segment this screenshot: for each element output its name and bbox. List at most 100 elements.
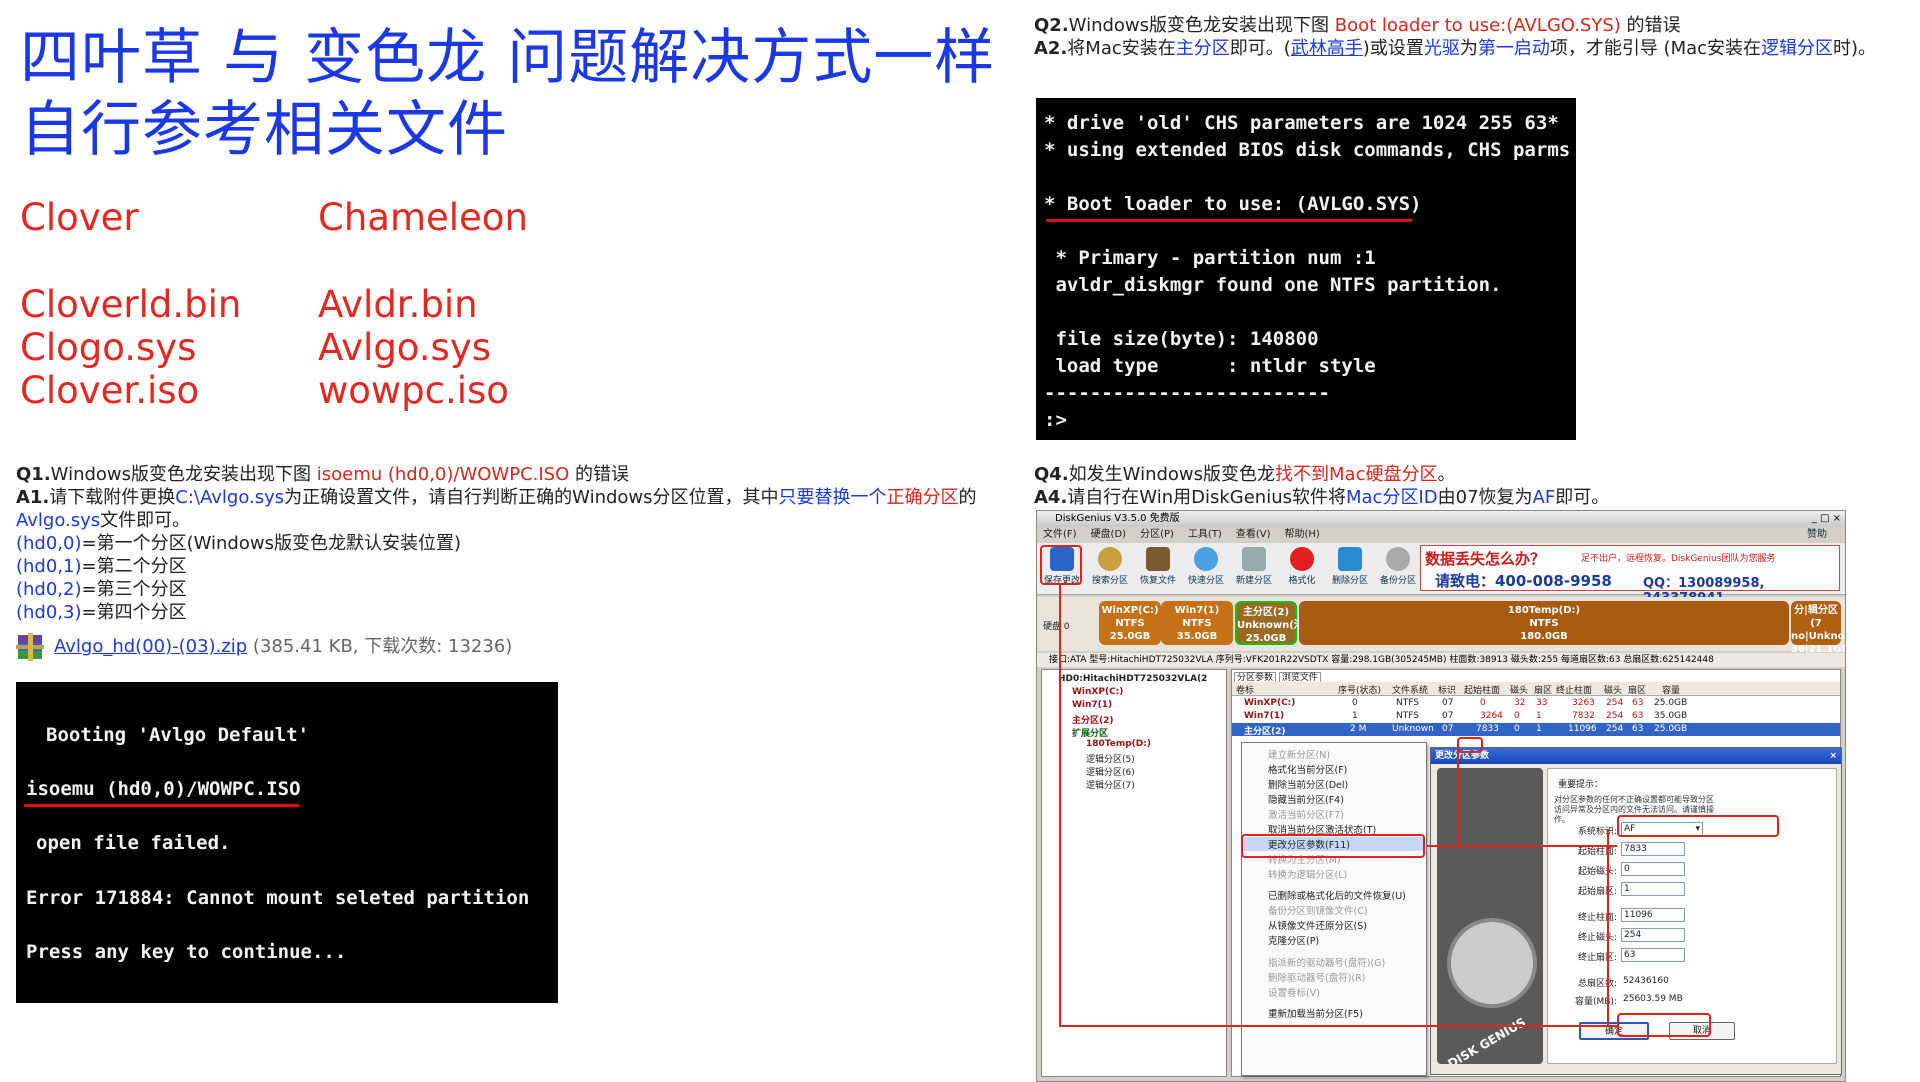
q1-answer: A1.请下载附件更换C:\Avlgo.sys为正确设置文件，请自行判断正确的Wi… (16, 487, 977, 531)
partition-block-selected[interactable]: 主分区(2) Unknown(活 25.0GB (1235, 601, 1304, 645)
menu-item[interactable]: 指派新的驱动器号(盘符)(G) (1268, 955, 1385, 969)
trash-icon (1338, 547, 1362, 571)
terminal-line: Error 171884: Cannot mount seleted parti… (26, 887, 530, 909)
menu-tools[interactable]: 工具(T) (1188, 529, 1222, 540)
menu-item[interactable]: 建立新分区(N) (1268, 747, 1330, 761)
dg-menubar: 文件(F) 硬盘(D) 分区(P) 工具(T) 查看(V) 帮助(H) 赞助 (1037, 528, 1845, 542)
diskgenius-window: DiskGenius V3.5.0 免费版 _ □ × 文件(F) 硬盘(D) 分区… (1036, 510, 1846, 1082)
partition-block[interactable]: WinXP(C:) NTFS 25.0GB (1099, 601, 1161, 645)
menu-item[interactable]: 激活当前分区(F7) (1268, 807, 1344, 821)
clover-file: Clover.iso (20, 369, 200, 412)
partition-block[interactable]: 分|辑分区(7no|Unknown56|21.1GB (1791, 601, 1845, 655)
chameleon-file: wowpc.iso (318, 369, 509, 412)
tree-item[interactable]: 扩展分区 (1072, 726, 1108, 739)
partition-block[interactable]: Win7(1) NTFS 35.0GB (1161, 601, 1233, 645)
window-controls[interactable]: _ □ × (1812, 511, 1841, 527)
terminal-line: Booting 'Avlgo Default' (46, 724, 310, 746)
menu-item[interactable]: 格式化当前分区(F) (1268, 762, 1347, 776)
terminal-line: * Boot loader to use: (AVLGO.SYS) (1044, 193, 1422, 215)
menu-item[interactable]: 克隆分区(P) (1268, 933, 1319, 947)
dg-ad-banner: 数据丢失怎么办？ 足不出户，远程恢复。DiskGenius团队为您服务 请致电：… (1420, 545, 1840, 606)
highlight-change-params (1241, 834, 1425, 858)
start-sector-field[interactable]: 1 (1621, 882, 1685, 896)
terminal-line: file size(byte): 140800 (1044, 328, 1319, 350)
menu-item[interactable]: 删除驱动器号(盘符)(R) (1268, 970, 1365, 984)
partition-tree: HD0:HitachiHDT725032VLA(2 WinXP(C:) Win7… (1041, 669, 1227, 1077)
quick-partition-button[interactable]: 快速分区 (1183, 545, 1229, 593)
table-row-selected[interactable]: 主分区(2) 2 M Unknown 07 7833 0 1 11096 254 63 25.0GB (1232, 723, 1840, 737)
disk-icon (1194, 547, 1218, 571)
menu-partition[interactable]: 分区(P) (1140, 529, 1174, 540)
partition-block[interactable]: 180Temp(D:) NTFS 180.0GB (1299, 601, 1789, 645)
end-head-field[interactable]: 254 (1621, 928, 1685, 942)
q2-block: Q2.Windows版变色龙安装出现下图 Boot loader to use:… (1034, 14, 1914, 60)
tree-item[interactable]: 逻辑分区(6) (1086, 765, 1135, 778)
terminal-line: load type : ntldr style (1044, 355, 1376, 377)
tree-item[interactable]: Win7(1) (1072, 700, 1112, 710)
menu-item[interactable]: 隐藏当前分区(F4) (1268, 792, 1344, 806)
menu-item[interactable]: 从镜像文件还原分区(S) (1268, 918, 1367, 932)
table-row[interactable]: Win7(1) 1 NTFS 07 3264 0 1 7832 254 63 35.0GB (1232, 710, 1840, 723)
q1-question: Q1.Windows版变色龙安装出现下图 isoemu (hd0,0)/WOWP… (16, 464, 629, 485)
tree-item[interactable]: 逻辑分区(5) (1086, 752, 1135, 765)
capacity-value: 25603.59 MB (1623, 994, 1683, 1004)
tree-item[interactable]: HD0:HitachiHDT725032VLA(2 (1058, 674, 1207, 684)
format-icon (1290, 547, 1314, 571)
format-button[interactable]: 格式化 (1279, 545, 1325, 593)
close-icon[interactable]: × (1829, 748, 1837, 764)
end-cylinder-field[interactable]: 11096 (1621, 908, 1685, 922)
title-line-2: 自行参考相关文件 (20, 95, 508, 165)
menu-item[interactable]: 删除当前分区(Del) (1268, 777, 1348, 791)
q4-block: Q4.如发生Windows版变色龙找不到Mac硬盘分区。 A4.请自行在Win用… (1034, 463, 1914, 509)
start-head-field[interactable]: 0 (1621, 862, 1685, 876)
partition-item: (hd0,2)=第三个分区 (16, 579, 187, 600)
total-sectors-value: 52436160 (1623, 976, 1669, 986)
attachment-link[interactable]: Avlgo_hd(00)-(03).zip (54, 636, 247, 657)
backup-partition-button[interactable]: 备份分区 (1375, 545, 1421, 593)
table-row[interactable]: WinXP(C:) 0 NTFS 07 0 32 33 3263 254 63 25.0GB (1232, 697, 1840, 710)
terminal-line: isoemu (hd0,0)/WOWPC.ISO (26, 778, 301, 800)
terminal-line: Press any key to continue... (26, 941, 347, 963)
arrow-line (1427, 845, 1617, 847)
terminal-line: * drive 'old' CHS parameters are 1024 25… (1044, 112, 1559, 134)
menu-item[interactable]: 转换为逻辑分区(L) (1268, 867, 1347, 881)
tree-item[interactable]: 主分区(2) (1072, 713, 1114, 726)
disk-genius-logo: DISK GENIUS (1437, 768, 1543, 1064)
winrar-icon (16, 631, 46, 663)
attachment-meta: (385.41 KB, 下载次数: 13236) (252, 636, 513, 657)
start-cylinder-field[interactable]: 7833 (1621, 842, 1685, 856)
menu-item[interactable]: 备份分区到镜像文件(C) (1268, 903, 1368, 917)
terminal-line: open file failed. (36, 832, 231, 854)
terminal-line: * Primary - partition num :1 (1044, 247, 1376, 269)
dg-titlebar: DiskGenius V3.5.0 免费版 _ □ × (1037, 511, 1845, 527)
menu-item[interactable]: 设置卷标(V) (1268, 985, 1320, 999)
highlight-save-button (1040, 545, 1082, 585)
terminal-line: ------------------------- (1044, 382, 1330, 404)
dialog-title: 更改分区参数 × (1431, 748, 1841, 764)
tree-item[interactable]: WinXP(C:) (1072, 687, 1123, 697)
recover-files-button[interactable]: 恢复文件 (1135, 545, 1181, 593)
chameleon-heading: Chameleon (318, 196, 528, 239)
dg-help-link[interactable]: 赞助 (1807, 528, 1827, 542)
menu-item[interactable]: 重新加载当前分区(F5) (1268, 1006, 1363, 1020)
menu-view[interactable]: 查看(V) (1236, 529, 1271, 540)
menu-file[interactable]: 文件(F) (1043, 529, 1077, 540)
arrow-line (1059, 1025, 1617, 1027)
tree-item[interactable]: 逻辑分区(7) (1086, 778, 1135, 791)
backup-icon (1386, 547, 1410, 571)
search-partition-button[interactable]: 搜索分区 (1087, 545, 1133, 593)
new-partition-button[interactable]: 新建分区 (1231, 545, 1277, 593)
terminal-bootloader: * drive 'old' CHS parameters are 1024 25… (1036, 98, 1576, 440)
end-sector-field[interactable]: 63 (1621, 948, 1685, 962)
tree-item[interactable]: 180Temp(D:) (1086, 739, 1151, 749)
table-header: 卷标 序号(状态) 文件系统 标识 起始柱面 磁头 扇区 终止柱面 磁头 扇区 … (1232, 682, 1840, 696)
recover-icon (1146, 547, 1170, 571)
chameleon-files: Avldr.bin Avlgo.sys wowpc.iso (318, 283, 509, 412)
delete-partition-button[interactable]: 删除分区 (1327, 545, 1373, 593)
menu-help[interactable]: 帮助(H) (1285, 529, 1320, 540)
menu-item[interactable]: 已删除或格式化后的文件恢复(U) (1268, 888, 1406, 902)
q2-answer: A2.将Mac安装在主分区即可。(武林高手)或设置光驱为第一启动项，才能引导 (… (1034, 38, 1877, 59)
attachment-row: Avlgo_hd(00)-(03).zip (385.41 KB, 下载次数: … (16, 630, 1006, 664)
menu-disk[interactable]: 硬盘(D) (1091, 529, 1127, 540)
wulin-link[interactable]: 武林高手 (1291, 38, 1363, 59)
